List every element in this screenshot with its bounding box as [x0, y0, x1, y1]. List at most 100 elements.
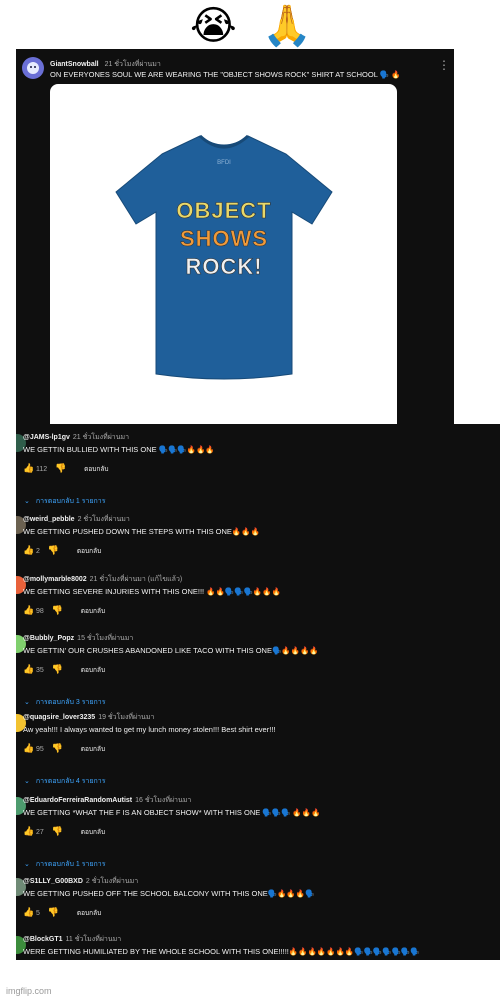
meme-canvas: 😭 🙏 GiantSnowball 21 ชั่วโมงที่ผ่านมา ⋮ …	[0, 0, 500, 1000]
comment-time[interactable]: 16 ชั่วโมงที่ผ่านมา	[135, 797, 191, 804]
like-icon[interactable]: 👍	[23, 464, 34, 474]
like-icon[interactable]: 👍	[23, 606, 34, 616]
comment-author[interactable]: @Bubbly_Popz	[23, 635, 74, 642]
imgflip-watermark: imgflip.com	[6, 986, 52, 996]
dislike-icon[interactable]: 👎	[52, 827, 63, 837]
like-icon[interactable]: 👍	[23, 665, 34, 675]
like-count: 98	[36, 607, 44, 615]
like-count: 35	[36, 666, 44, 674]
comment-author[interactable]: @JAMS-lp1gv	[23, 434, 70, 441]
like-count: 112	[36, 465, 48, 473]
praying-hands-emoji: 🙏	[262, 3, 312, 49]
reply-button[interactable]: ตอบกลับ	[81, 665, 105, 675]
shirt-tag-text: BFDI	[217, 160, 231, 166]
reply-button[interactable]: ตอบกลับ	[77, 908, 101, 918]
like-icon[interactable]: 👍	[23, 827, 34, 837]
chevron-down-icon: ⌄	[24, 860, 30, 868]
view-replies-button[interactable]: ⌄ การตอบกลับ 4 รายการ	[24, 776, 105, 787]
comment-actions: 👍 2 👎 ตอบกลับ	[23, 546, 101, 558]
comment-text: WE GETTIN' OUR CRUSHES ABANDONED LIKE TA…	[23, 646, 319, 655]
comment-author[interactable]: GiantSnowball	[50, 61, 99, 68]
comment-meta: @JAMS-lp1gv 21 ชั่วโมงที่ผ่านมา	[23, 432, 129, 443]
like-icon[interactable]: 👍	[23, 546, 34, 556]
comment-meta: @mollymarble8002 21 ชั่วโมงที่ผ่านมา (แก้…	[23, 574, 182, 585]
shirt-image[interactable]: BFDI OBJECT SHOWS ROCK!	[50, 84, 397, 425]
comment-time[interactable]: 21 ชั่วโมงที่ผ่านมา	[105, 61, 161, 68]
comment-author[interactable]: @quagsire_lover3235	[23, 714, 95, 721]
comment-actions: 👍 112 👎 ตอบกลับ	[23, 464, 108, 476]
comment-meta: @weird_pebble 2 ชั่วโมงที่ผ่านมา	[23, 514, 130, 525]
chevron-down-icon: ⌄	[24, 497, 30, 505]
more-options-icon[interactable]: ⋮	[438, 59, 450, 71]
comment-text: WE GETTING *WHAT THE F IS AN OBJECT SHOW…	[23, 808, 321, 817]
comment-meta: GiantSnowball 21 ชั่วโมงที่ผ่านมา	[50, 59, 161, 70]
comment-time[interactable]: 21 ชั่วโมงที่ผ่านมา	[73, 434, 129, 441]
replies-label: การตอบกลับ 1 รายการ	[35, 498, 106, 505]
emoji-row: 😭 🙏	[190, 2, 330, 50]
avatar-eye	[34, 66, 36, 68]
comment-text: Aw yeah!!! I always wanted to get my lun…	[23, 725, 276, 734]
avatar[interactable]	[22, 57, 44, 79]
comment-meta: @BlockGT1 11 ชั่วโมงที่ผ่านมา	[23, 934, 121, 945]
comment-time[interactable]: 2 ชั่วโมงที่ผ่านมา	[78, 516, 130, 523]
comment-item: @JAMS-lp1gv 21 ชั่วโมงที่ผ่านมา WE GETTIN …	[16, 432, 500, 508]
comment-author[interactable]: @EduardoFerreiraRandomAutist	[23, 797, 132, 804]
comment-meta: @quagsire_lover3235 19 ชั่วโมงที่ผ่านมา	[23, 712, 154, 723]
comment-meta: @Bubbly_Popz 15 ชั่วโมงที่ผ่านมา	[23, 633, 133, 644]
dislike-icon[interactable]: 👎	[55, 464, 66, 474]
comment-time[interactable]: 15 ชั่วโมงที่ผ่านมา	[77, 635, 133, 642]
comment-item: @EduardoFerreiraRandomAutist 16 ชั่วโมงที…	[16, 795, 500, 871]
like-icon[interactable]: 👍	[23, 908, 34, 918]
comment-text: WE GETTING PUSHED OFF THE SCHOOL BALCONY…	[23, 889, 315, 898]
comment-author[interactable]: @BlockGT1	[23, 936, 63, 943]
comment-author[interactable]: @S1LLY_G00BXD	[23, 878, 83, 885]
reply-button[interactable]: ตอบกลับ	[77, 546, 101, 556]
comment-text: ON EVERYONES SOUL WE ARE WEARING THE "OB…	[50, 70, 401, 79]
dislike-icon[interactable]: 👎	[52, 744, 63, 754]
dislike-icon[interactable]: 👎	[48, 546, 59, 556]
comment-text: WE GETTIN BULLIED WITH THIS ONE 🗣️🗣️🗣️🔥🔥…	[23, 445, 215, 454]
chevron-down-icon: ⌄	[24, 777, 30, 785]
comment-meta: @EduardoFerreiraRandomAutist 16 ชั่วโมงที…	[23, 795, 191, 806]
reply-button[interactable]: ตอบกลับ	[81, 827, 105, 837]
comment-time[interactable]: 11 ชั่วโมงที่ผ่านมา	[66, 936, 122, 943]
comment-time[interactable]: 21 ชั่วโมงที่ผ่านมา (แก้ไขแล้ว)	[90, 576, 183, 583]
dislike-icon[interactable]: 👎	[48, 908, 59, 918]
comment-actions: 👍 95 👎 ตอบกลับ	[23, 744, 105, 756]
comments-list: @JAMS-lp1gv 21 ชั่วโมงที่ผ่านมา WE GETTIN …	[16, 424, 500, 960]
original-comment-card: GiantSnowball 21 ชั่วโมงที่ผ่านมา ⋮ ON E…	[16, 49, 454, 425]
chevron-down-icon: ⌄	[24, 698, 30, 706]
avatar-eye	[30, 66, 32, 68]
comment-actions: 👍 5 👎 ตอบกลับ	[23, 908, 101, 920]
like-count: 27	[36, 828, 44, 836]
reply-button[interactable]: ตอบกลับ	[81, 606, 105, 616]
comment-time[interactable]: 2 ชั่วโมงที่ผ่านมา	[86, 878, 138, 885]
view-replies-button[interactable]: ⌄ การตอบกลับ 1 รายการ	[24, 859, 105, 870]
comment-author[interactable]: @mollymarble8002	[23, 576, 87, 583]
view-replies-button[interactable]: ⌄ การตอบกลับ 3 รายการ	[24, 697, 105, 708]
dislike-icon[interactable]: 👎	[52, 606, 63, 616]
like-count: 95	[36, 745, 44, 753]
comment-item: @Bubbly_Popz 15 ชั่วโมงที่ผ่านมา WE GETTIN…	[16, 633, 500, 709]
comment-text: WE GETTING SEVERE INJURIES WITH THIS ONE…	[23, 587, 281, 596]
comment-item: @quagsire_lover3235 19 ชั่วโมงที่ผ่านมา Aw…	[16, 712, 500, 788]
reply-button[interactable]: ตอบกลับ	[81, 744, 105, 754]
like-count: 2	[36, 547, 40, 555]
shirt-line-3: ROCK!	[185, 254, 262, 279]
comment-text: WERE GETTING HUMILIATED BY THE WHOLE SCH…	[23, 947, 420, 956]
comment-item: @BlockGT1 11 ชั่วโมงที่ผ่านมา WERE GETTING…	[16, 934, 500, 960]
view-replies-button[interactable]: ⌄ การตอบกลับ 1 รายการ	[24, 496, 105, 507]
like-count: 5	[36, 909, 40, 917]
like-icon[interactable]: 👍	[23, 744, 34, 754]
avatar-face	[27, 62, 39, 74]
tshirt-graphic: BFDI OBJECT SHOWS ROCK!	[115, 134, 333, 380]
comment-time[interactable]: 19 ชั่วโมงที่ผ่านมา	[98, 714, 154, 721]
comment-actions: 👍 98 👎 ตอบกลับ	[23, 606, 105, 618]
dislike-icon[interactable]: 👎	[52, 665, 63, 675]
reply-button[interactable]: ตอบกลับ	[84, 464, 108, 474]
replies-label: การตอบกลับ 1 รายการ	[35, 861, 106, 868]
comment-author[interactable]: @weird_pebble	[23, 516, 75, 523]
crying-face-emoji: 😭	[190, 3, 237, 49]
replies-label: การตอบกลับ 3 รายการ	[35, 699, 106, 706]
comment-meta: @S1LLY_G00BXD 2 ชั่วโมงที่ผ่านมา	[23, 876, 138, 887]
